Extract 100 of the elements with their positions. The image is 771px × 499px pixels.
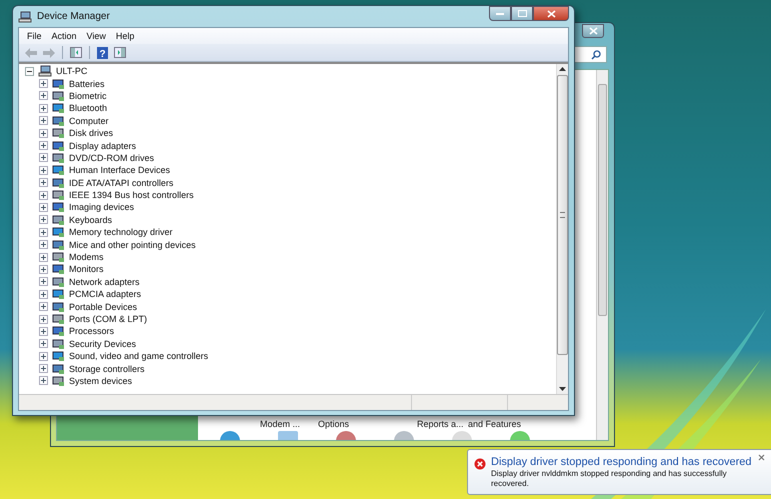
tree-item[interactable]: Memory technology driver (69, 227, 173, 238)
expand-toggle[interactable] (39, 339, 48, 348)
right-arrow-icon (43, 48, 55, 58)
properties-button[interactable] (112, 46, 128, 60)
tree-item[interactable]: Modems (69, 252, 104, 262)
expand-toggle[interactable] (39, 228, 48, 237)
expand-toggle[interactable] (39, 79, 48, 88)
tree-item[interactable]: Imaging devices (69, 202, 134, 212)
expand-toggle[interactable] (39, 153, 48, 162)
device-icon (52, 214, 65, 226)
item-label: Reports a... (417, 419, 465, 429)
tree-item[interactable]: IDE ATA/ATAPI controllers (69, 178, 174, 188)
search-icon (591, 50, 601, 60)
menu-item[interactable]: File (22, 31, 47, 41)
expand-toggle[interactable] (39, 215, 48, 224)
close-button[interactable] (582, 24, 604, 38)
expand-toggle[interactable] (39, 277, 48, 286)
expand-toggle[interactable] (39, 352, 48, 361)
device-icon (52, 374, 65, 387)
tree-item[interactable]: Disk drives (69, 128, 114, 138)
device-icon (52, 164, 65, 176)
tree-item[interactable]: Human Interface Devices (69, 165, 170, 176)
device-icon (52, 238, 65, 251)
device-icon (52, 325, 65, 338)
scrollbar[interactable] (596, 70, 608, 440)
tree-item[interactable]: Bluetooth (69, 103, 108, 114)
close-icon[interactable] (758, 454, 765, 461)
tree-item[interactable]: Storage controllers (69, 364, 145, 374)
expand-toggle[interactable] (39, 116, 48, 126)
device-icon (52, 263, 65, 276)
expand-toggle[interactable] (39, 290, 48, 299)
device-icon (52, 127, 65, 140)
item-label: Options (318, 419, 350, 429)
item-label: Modem ... (260, 419, 302, 429)
menu-item[interactable]: Action (46, 31, 82, 41)
maximize-button[interactable] (511, 6, 533, 21)
tree-item[interactable]: Display adapters (69, 140, 136, 151)
device-icon (52, 201, 65, 214)
expand-toggle[interactable] (39, 104, 48, 113)
expand-toggle[interactable] (39, 128, 48, 138)
expand-toggle[interactable] (39, 302, 48, 312)
minimize-button[interactable] (489, 6, 511, 21)
tree-item[interactable]: Computer (69, 116, 109, 126)
device-icon (52, 114, 65, 127)
expand-toggle[interactable] (39, 166, 48, 175)
close-button[interactable] (533, 6, 569, 21)
notification-title: Display driver stopped responding and has recovered (491, 456, 752, 468)
device-icon (52, 152, 65, 164)
close-icon (546, 10, 556, 18)
tree-item[interactable]: IEEE 1394 Bus host controllers (69, 190, 194, 200)
device-icon (52, 350, 65, 362)
device-icon (52, 313, 65, 325)
tree-item[interactable]: Biometric (69, 90, 107, 101)
expand-toggle[interactable] (39, 376, 48, 386)
expand-toggle[interactable] (39, 190, 48, 200)
tree-item[interactable]: Network adapters (69, 276, 140, 287)
close-icon (588, 27, 598, 35)
expand-toggle[interactable] (39, 314, 48, 324)
tree-item[interactable]: PCMCIA adapters (69, 289, 142, 300)
tree-item[interactable]: Portable Devices (69, 302, 138, 312)
tree-item[interactable]: Processors (69, 326, 114, 336)
maximize-icon (518, 10, 526, 17)
expand-toggle[interactable] (39, 364, 48, 374)
scroll-down-icon (559, 387, 566, 391)
expand-toggle[interactable] (39, 91, 48, 100)
device-icon (52, 251, 65, 264)
left-arrow-icon (25, 48, 37, 58)
computer-icon (18, 10, 32, 22)
tree-item[interactable]: Mice and other pointing devices (69, 240, 196, 250)
device-icon (52, 338, 65, 350)
expand-toggle[interactable] (39, 202, 48, 212)
expand-toggle[interactable] (39, 264, 48, 274)
tree-item[interactable]: DVD/CD-ROM drives (69, 152, 154, 163)
expand-toggle[interactable] (39, 326, 48, 336)
panel-icon (114, 47, 126, 58)
scrollbar[interactable] (556, 64, 568, 394)
device-icon (52, 176, 65, 189)
tree-item[interactable]: Security Devices (69, 338, 136, 349)
expand-toggle[interactable] (39, 252, 48, 262)
expand-toggle[interactable] (39, 178, 48, 188)
device-icon (52, 189, 65, 202)
tree-pane-button[interactable] (68, 46, 84, 60)
tree-item[interactable]: Ports (COM & LPT) (69, 314, 148, 324)
scroll-thumb[interactable] (557, 75, 568, 355)
expand-toggle[interactable] (39, 141, 48, 150)
collapse-toggle[interactable] (25, 66, 34, 76)
device-icon (52, 90, 65, 102)
window-title: Device Manager (37, 11, 110, 22)
tree-item[interactable]: Sound, video and game controllers (69, 351, 208, 362)
menu-item[interactable]: Help (110, 31, 140, 41)
tree-item[interactable]: Monitors (69, 264, 104, 274)
tree-item[interactable]: Batteries (69, 78, 105, 89)
tree-item[interactable]: Keyboards (69, 214, 112, 225)
device-icon (52, 140, 65, 152)
expand-toggle[interactable] (39, 240, 48, 250)
tree-item[interactable]: System devices (69, 376, 132, 386)
minimize-icon (496, 12, 504, 15)
menu-item[interactable]: View (82, 31, 111, 41)
device-icon (52, 78, 65, 90)
tree-item[interactable]: ULT-PC (56, 66, 88, 76)
